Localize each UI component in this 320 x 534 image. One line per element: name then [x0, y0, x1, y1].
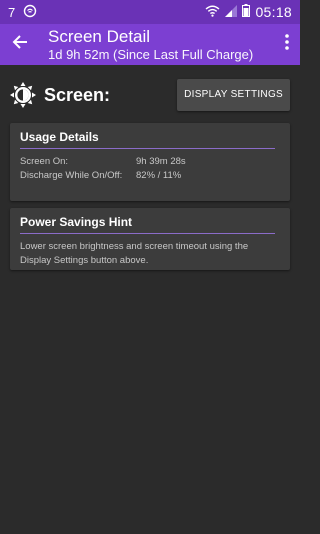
page-subtitle: 1d 9h 52m (Since Last Full Charge): [48, 46, 254, 62]
status-time: 05:18: [255, 4, 292, 20]
signal-icon: [225, 4, 238, 20]
overflow-menu-button[interactable]: [274, 24, 300, 65]
notification-count: 7: [8, 4, 16, 20]
wifi-icon: [205, 5, 220, 20]
usage-details-card: Usage Details Screen On: 9h 39m 28s Disc…: [10, 123, 290, 201]
app-bar: Screen Detail 1d 9h 52m (Since Last Full…: [0, 24, 300, 65]
detail-row: Screen On: 9h 39m 28s: [20, 155, 280, 169]
detail-value: 82% / 11%: [136, 170, 182, 181]
battery-icon: [242, 4, 251, 20]
overflow-menu-icon: [285, 34, 289, 55]
usage-details-title: Usage Details: [20, 130, 99, 144]
detail-row: Discharge While On/Off: 82% / 11%: [20, 169, 280, 183]
back-button[interactable]: [0, 24, 40, 65]
display-settings-button[interactable]: DISPLAY SETTINGS: [177, 79, 290, 111]
brightness-icon: [10, 82, 36, 108]
status-bar: 7 05:18: [0, 0, 300, 24]
notification-icon: [23, 4, 37, 21]
divider: [20, 233, 275, 234]
screen-header: Screen: DISPLAY SETTINGS: [0, 75, 300, 115]
divider: [20, 148, 275, 149]
hint-title: Power Savings Hint: [20, 215, 133, 229]
detail-key: Screen On:: [20, 156, 69, 167]
hint-text: Lower screen brightness and screen timeo…: [20, 241, 249, 266]
back-arrow-icon: [12, 34, 28, 55]
detail-key: Discharge While On/Off:: [20, 170, 123, 181]
page-title: Screen Detail: [48, 26, 151, 46]
screen-label: Screen:: [44, 84, 111, 105]
power-savings-hint-card: Power Savings Hint Lower screen brightne…: [10, 208, 290, 270]
detail-value: 9h 39m 28s: [136, 156, 186, 167]
